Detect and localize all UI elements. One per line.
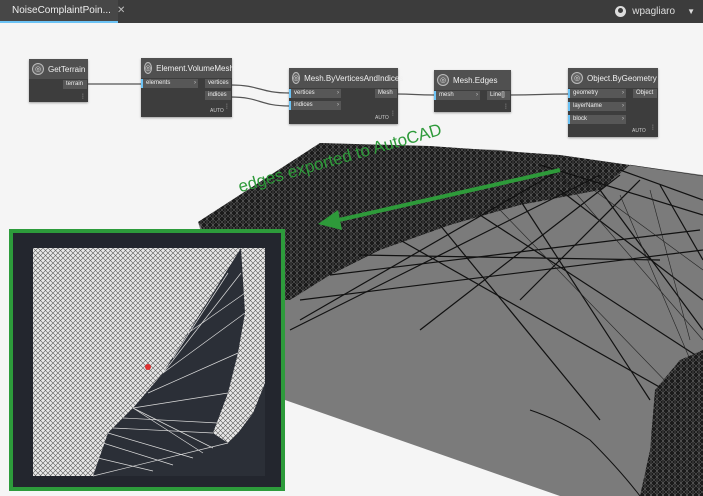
port-label: Mesh	[378, 90, 393, 96]
port-label: terrain	[66, 81, 84, 87]
node-header[interactable]: ◎ Object.ByGeometry	[568, 68, 658, 88]
port-arrow-icon: ›	[476, 92, 478, 98]
node-title: Mesh.Edges	[453, 75, 498, 85]
node-type-icon: ◎	[437, 74, 449, 86]
node-header[interactable]: ◎ Mesh.Edges	[434, 70, 511, 90]
more-icon[interactable]: ⋮	[650, 125, 656, 131]
port-arrow-icon: ›	[622, 103, 624, 109]
port-arrow-icon: ›	[622, 116, 624, 122]
node-header[interactable]: ◎ Element.VolumeMesh	[141, 58, 234, 78]
output-port-lines[interactable]: Line[]	[487, 91, 510, 100]
autocad-preview-inset	[9, 229, 285, 491]
lacing-label: AUTO	[210, 108, 224, 114]
port-label: elements	[146, 80, 171, 86]
port-label: Line[]	[490, 92, 505, 98]
more-icon[interactable]: ⋮	[80, 94, 86, 100]
port-arrow-icon: ›	[337, 90, 339, 96]
node-type-icon: ◎	[144, 62, 153, 74]
more-icon[interactable]: ⋮	[224, 104, 230, 110]
port-arrow-icon: ›	[194, 80, 196, 86]
node-header[interactable]: ◎ Mesh.ByVerticesAndIndices	[289, 68, 403, 88]
output-port-terrain[interactable]: terrain	[63, 80, 87, 89]
input-port-mesh[interactable]: mesh ›	[434, 91, 480, 100]
location-marker	[145, 364, 151, 370]
port-label: indices	[208, 92, 227, 98]
input-port-block[interactable]: block ›	[568, 115, 626, 124]
more-icon[interactable]: ⋮	[503, 104, 509, 110]
node-title: GetTerrain	[48, 64, 86, 74]
input-port-vertices[interactable]: vertices ›	[289, 89, 341, 98]
node-mesh-byverticesandindices[interactable]: ◎ Mesh.ByVerticesAndIndices vertices › i…	[289, 68, 403, 124]
port-label: block	[573, 116, 588, 122]
input-port-geometry[interactable]: geometry ›	[568, 89, 626, 98]
input-port-indices[interactable]: indices ›	[289, 101, 341, 110]
node-header[interactable]: ◎ GetTerrain	[29, 59, 88, 79]
port-label: geometry	[573, 90, 599, 96]
port-label: vertices	[294, 90, 315, 96]
port-label: mesh	[439, 92, 454, 98]
port-label: layerName	[573, 103, 603, 109]
input-port-layername[interactable]: layerName ›	[568, 102, 626, 111]
output-port-vertices[interactable]: vertices	[205, 79, 231, 88]
lacing-label: AUTO	[375, 115, 389, 121]
node-object-bygeometry[interactable]: ◎ Object.ByGeometry geometry › layerName…	[568, 68, 658, 137]
node-title: Object.ByGeometry	[587, 73, 657, 83]
port-label: Object	[636, 90, 654, 96]
port-label: indices	[294, 102, 313, 108]
node-element-volumemesh[interactable]: ◎ Element.VolumeMesh elements › vertices…	[141, 58, 234, 117]
node-type-icon: ◎	[32, 63, 44, 75]
port-arrow-icon: ›	[622, 90, 624, 96]
output-port-object[interactable]: Object	[633, 89, 657, 98]
lacing-label: AUTO	[632, 128, 646, 134]
node-title: Element.VolumeMesh	[156, 63, 234, 73]
node-get-terrain[interactable]: ◎ GetTerrain terrain ⋮	[29, 59, 88, 102]
output-port-mesh[interactable]: Mesh	[375, 89, 397, 98]
port-arrow-icon: ›	[337, 102, 339, 108]
output-port-indices[interactable]: indices	[205, 91, 231, 100]
node-mesh-edges[interactable]: ◎ Mesh.Edges mesh › Line[] ⋮	[434, 70, 511, 112]
node-type-icon: ◎	[571, 72, 583, 84]
node-type-icon: ◎	[292, 72, 301, 84]
node-title: Mesh.ByVerticesAndIndices	[304, 73, 404, 83]
input-port-elements[interactable]: elements ›	[141, 79, 198, 88]
autocad-edges-image	[13, 233, 281, 487]
port-label: vertices	[208, 80, 229, 86]
more-icon[interactable]: ⋮	[390, 111, 396, 117]
